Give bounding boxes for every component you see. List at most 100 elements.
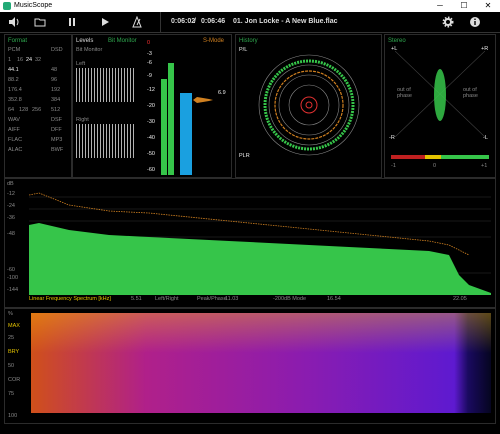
format-item: DSD xyxy=(51,47,63,53)
corr-scale-mid: 0 xyxy=(433,163,437,169)
loudness-bar xyxy=(180,93,192,175)
level-scale-label: -6 xyxy=(147,60,152,66)
metronome-icon[interactable] xyxy=(131,15,143,28)
format-item: DSF xyxy=(51,117,62,123)
right-level-bar xyxy=(168,63,174,175)
format-item: 88.2 xyxy=(8,77,19,83)
left-level-bar xyxy=(161,79,167,175)
corr-scale-max: +1 xyxy=(481,163,488,169)
pause-icon[interactable] xyxy=(66,16,78,28)
time-separator: / xyxy=(194,18,196,25)
level-scale-label: -3 xyxy=(147,51,152,57)
spectrum-x-label: Peak/Phase xyxy=(197,296,227,302)
spectrum-x-label: 11.03 xyxy=(225,296,239,302)
close-button[interactable]: ✕ xyxy=(476,0,500,12)
format-item: 176.4 xyxy=(8,87,22,93)
format-item: 64 xyxy=(8,107,15,113)
spectrum-title: Linear Frequency Spectrum [kHz] xyxy=(29,296,111,302)
plr-label: PLR xyxy=(239,153,250,159)
spectrum-x-label: Left/Right xyxy=(155,296,179,302)
left-channel-label: Left xyxy=(76,61,86,67)
format-panel: Format PCM 1 44.1 88.2 176.4 352.8 64 WAV AIFF FL… xyxy=(4,34,72,178)
spectrum-x-label: 5.51 xyxy=(131,296,142,302)
volume-icon[interactable] xyxy=(8,16,20,28)
format-item: 352.8 xyxy=(8,97,22,103)
app-logo-icon xyxy=(3,2,11,10)
spectrum-y-label: -12 xyxy=(7,191,15,197)
level-scale-label: -30 xyxy=(147,119,155,125)
format-title: Format xyxy=(8,38,28,44)
level-scale-label: -12 xyxy=(147,87,155,93)
levels-title: Levels xyxy=(76,38,94,44)
spectrum-y-label: dB xyxy=(7,181,14,187)
correlation-red xyxy=(391,155,425,159)
spectrum-y-label: -60 xyxy=(7,267,15,273)
format-item: 512 xyxy=(51,107,61,113)
gear-icon[interactable] xyxy=(442,16,454,28)
info-icon[interactable] xyxy=(469,16,481,28)
open-folder-icon[interactable] xyxy=(34,16,46,28)
format-item: MP3 xyxy=(51,137,63,143)
level-scale-label: -40 xyxy=(147,135,155,141)
correlation-green xyxy=(441,155,489,159)
time-elapsed: 0:06:02 xyxy=(171,18,196,25)
correlation-yellow xyxy=(425,155,441,159)
bit-depth-item: 32 xyxy=(35,57,42,63)
window-title: MusicScope xyxy=(14,2,53,9)
spectrum-x-label: 16.54 xyxy=(327,296,341,302)
bit-monitor-label: Bit Monitor xyxy=(76,47,103,53)
bit-depth-item: 128 xyxy=(19,107,29,113)
spectrum-y-label: -100 xyxy=(7,275,19,281)
bit-depth-item: 16 xyxy=(17,57,24,63)
level-scale-label: -20 xyxy=(147,103,155,109)
maximize-button[interactable]: ☐ xyxy=(452,0,476,12)
spectrogram-y-label: 50 xyxy=(8,363,15,369)
history-radar xyxy=(258,54,360,156)
smode-label: S-Mode xyxy=(203,38,225,44)
loudness-histogram xyxy=(193,97,213,103)
format-item: FLAC xyxy=(8,137,23,143)
pl-label: P/L xyxy=(239,47,248,53)
format-item: 192 xyxy=(51,87,61,93)
spectrum-panel: dB -12 -24 -36 -48 -60 -100 -144 Linear Frequen… xyxy=(4,178,496,308)
level-scale-label: -9 xyxy=(147,73,152,79)
spectrogram-y-label: 75 xyxy=(8,391,15,397)
history-panel: History P/L PLR xyxy=(235,34,382,178)
history-title: History xyxy=(239,38,258,44)
spectrum-x-label: 22.05 xyxy=(453,296,467,302)
track-title: 01. Jon Locke - A New Blue.flac xyxy=(233,18,338,25)
minimize-button[interactable]: ─ xyxy=(428,0,452,12)
bit-depth-item: 24 xyxy=(26,57,33,63)
format-item: WAV xyxy=(8,117,20,123)
format-item: PCM xyxy=(8,47,21,53)
toolbar: 0:06:02 / 0:06:46 01. Jon Locke - A New … xyxy=(0,12,500,33)
spectrogram-y-label: 100 xyxy=(8,413,18,419)
format-item: BWF xyxy=(51,147,64,153)
spectrogram-y-label: BRY xyxy=(8,349,20,355)
format-item: 96 xyxy=(51,77,58,83)
corr-scale-min: -1 xyxy=(391,163,396,169)
left-bit-grid xyxy=(76,68,134,102)
spectrum-y-label: -24 xyxy=(7,203,15,209)
format-item: 384 xyxy=(51,97,61,103)
spectrogram-panel: % MAX 25 BRY 50 COR 75 100 xyxy=(4,308,496,424)
stereo-scope xyxy=(395,51,485,137)
level-scale-label: 0 xyxy=(147,40,151,46)
format-item: DFF xyxy=(51,127,62,133)
stereo-title: Stereo xyxy=(388,38,406,44)
format-item: AIFF xyxy=(8,127,20,133)
time-total: 0:06:46 xyxy=(201,18,226,25)
spectrum-y-label: -144 xyxy=(7,287,19,293)
spectrogram-image xyxy=(31,313,491,413)
level-value: 6.9 xyxy=(218,90,226,96)
format-item: 48 xyxy=(51,67,58,73)
spectrum-y-label: -48 xyxy=(7,231,15,237)
right-channel-label: Right xyxy=(76,117,89,123)
level-scale-label: -60 xyxy=(147,167,155,173)
format-item: 1 xyxy=(8,57,12,63)
spectrum-x-label: -200dB Mode xyxy=(273,296,307,302)
title-bar: MusicScope ─ ☐ ✕ xyxy=(0,0,500,12)
right-bit-grid xyxy=(76,124,134,158)
spectrogram-y-label: MAX xyxy=(8,323,20,329)
play-icon[interactable] xyxy=(99,16,111,28)
